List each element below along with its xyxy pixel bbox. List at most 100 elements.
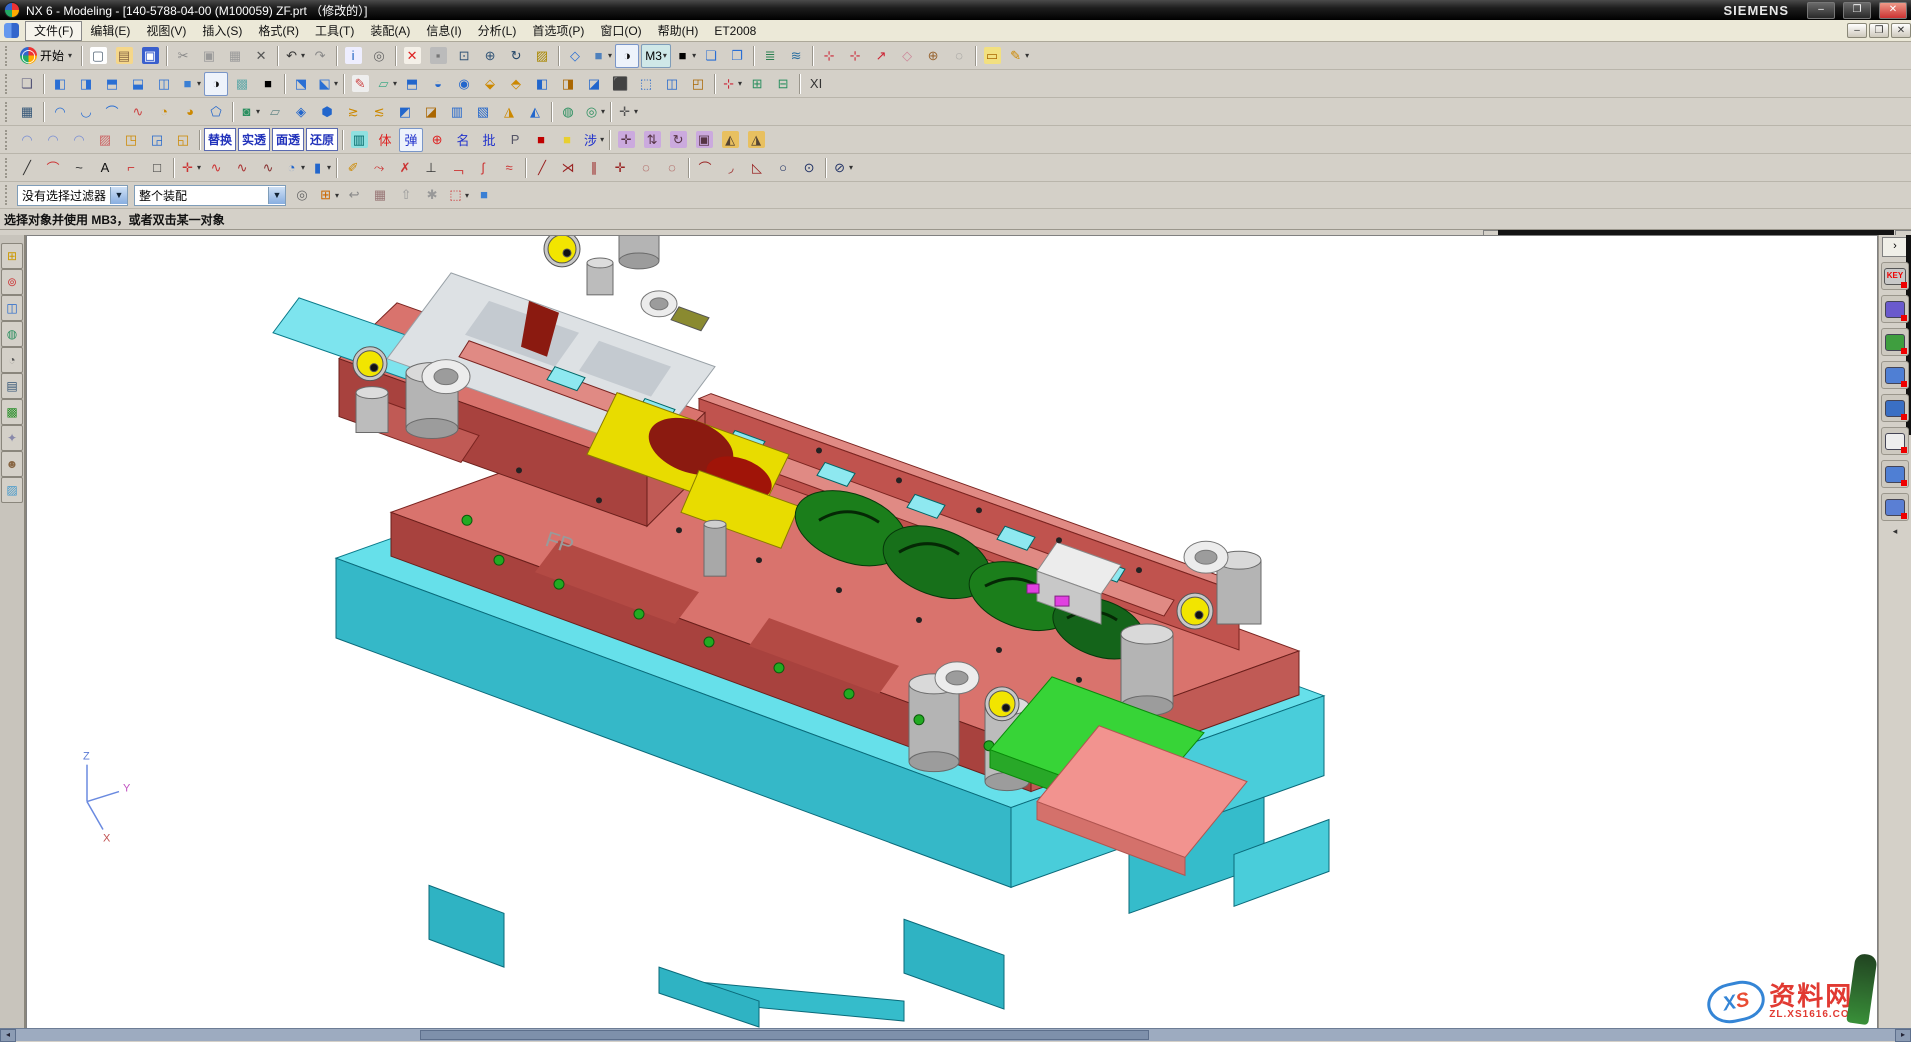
unform-button[interactable]: ◱	[171, 128, 195, 152]
pan-view-button[interactable]: ▨	[530, 44, 554, 68]
bridge-curve-button[interactable]: ʃ	[471, 156, 495, 180]
n-sided-surface-button[interactable]: ⬠	[204, 100, 228, 124]
zoom-area-button[interactable]: ⊡	[452, 44, 476, 68]
trim-body-button[interactable]: ◪	[582, 72, 606, 96]
solid-translucent-button[interactable]: 实透	[238, 128, 270, 151]
marquee-select-button[interactable]: ⬚▾	[446, 183, 470, 207]
minimize-button[interactable]: –	[1807, 2, 1835, 19]
chevron-down-icon[interactable]: ▼	[268, 187, 285, 204]
face-translucent-button[interactable]: 面透	[272, 128, 304, 151]
yellow-solid-button[interactable]: ■	[555, 128, 579, 152]
circle-dashed2-button[interactable]: ◌	[660, 156, 684, 180]
restore-button[interactable]: ❐	[1843, 2, 1871, 19]
copy-button[interactable]: ▣	[197, 44, 221, 68]
shaded-cube-button[interactable]: ■▾	[178, 72, 202, 96]
studio-spline-button[interactable]: ∿	[204, 156, 228, 180]
visualization-tab[interactable]: ✦	[1, 425, 23, 451]
purple-block-lift-button[interactable]: ⇅	[640, 128, 664, 152]
offset-surface-button[interactable]: ◙▾	[237, 100, 261, 124]
new-layout-button[interactable]: ❏	[699, 44, 723, 68]
menu-12[interactable]: 帮助(H)	[650, 22, 707, 40]
styled-blend-button[interactable]: ◎▾	[582, 100, 606, 124]
horizontal-scrollbar[interactable]: ◂ ▸	[0, 1028, 1911, 1041]
snap-point-button[interactable]: ⊞▾	[316, 183, 340, 207]
gold-cylinder-button[interactable]: ◮	[744, 128, 768, 152]
trimetric-view-button[interactable]: ◧	[48, 72, 72, 96]
swept-button[interactable]: ∿	[126, 100, 150, 124]
menu-13[interactable]: ET2008	[706, 22, 764, 40]
purple-block-rotate-button[interactable]: ↻	[666, 128, 690, 152]
face-blend-button[interactable]: ◭	[523, 100, 547, 124]
open-file-button[interactable]: ▤	[112, 44, 136, 68]
law-extension-button[interactable]: ▥	[445, 100, 469, 124]
child-close-button[interactable]: ✕	[1891, 23, 1911, 38]
support-pillar[interactable]	[904, 919, 1004, 1009]
orient-wcs-button[interactable]: ⊕	[921, 44, 945, 68]
zoom-in-out-button[interactable]: ⊕	[478, 44, 502, 68]
graphics-viewport[interactable]: FP Z Y X XS 资料网 ZL.XS1616.COM	[26, 235, 1878, 1029]
assembly-navigator-button[interactable]: ≣	[758, 44, 782, 68]
sheet-to-solid-button[interactable]: ◈	[289, 100, 313, 124]
profile-button[interactable]: ⌐	[119, 156, 143, 180]
instance-button[interactable]: ⊞	[745, 72, 769, 96]
line-button[interactable]: ╱	[15, 156, 39, 180]
render-half-button[interactable]: ◑	[204, 72, 228, 96]
die-assembly-model[interactable]: FP Z Y X	[27, 236, 1877, 1028]
undo-selection-button[interactable]: ↩	[342, 183, 366, 207]
part-navigator-tab[interactable]: ◫	[1, 295, 23, 321]
menu-11[interactable]: 窗口(O)	[592, 22, 649, 40]
start-menu-button[interactable]: ◯开始▾	[15, 44, 77, 68]
scrollbar-left-arrow[interactable]: ◂	[0, 1029, 16, 1042]
arc-button[interactable]: ⌒	[41, 156, 65, 180]
flatten-button[interactable]: ▨	[93, 128, 117, 152]
selection-scope-combo[interactable]: 整个装配 ▼	[134, 185, 286, 206]
multi-bend-button[interactable]: ◠	[67, 128, 91, 152]
color-palette-tab[interactable]: ▩	[1, 399, 23, 425]
circle-diameter-button[interactable]: ⊘▾	[830, 156, 854, 180]
support-pillar[interactable]	[659, 967, 759, 1027]
open-in-window-button[interactable]: ⬔	[289, 72, 313, 96]
through-points-button[interactable]: ◠	[48, 100, 72, 124]
fit-spline-button[interactable]: ∿	[230, 156, 254, 180]
menu-6[interactable]: 工具(T)	[307, 22, 362, 40]
perpendicular-button[interactable]: ✛	[608, 156, 632, 180]
fillet-curve-button[interactable]: ◞	[719, 156, 743, 180]
shell-button[interactable]: ◰	[686, 72, 710, 96]
wireframe-button[interactable]: ■	[256, 72, 280, 96]
multiple-lines-button[interactable]: ⋊	[556, 156, 580, 180]
parallel-line-button[interactable]: ∥	[582, 156, 606, 180]
bushing-library-button[interactable]	[1881, 427, 1909, 455]
point-constructor-button[interactable]: ⊹	[817, 44, 841, 68]
sketch-button[interactable]: ✎	[348, 72, 372, 96]
window-button[interactable]: ❏	[15, 72, 39, 96]
flange-button[interactable]: ◳	[119, 128, 143, 152]
hole-button[interactable]: ◉	[452, 72, 476, 96]
extend-button[interactable]: ◪	[419, 100, 443, 124]
rib-button[interactable]: ◨	[556, 72, 580, 96]
spring-button[interactable]: 弹	[399, 128, 423, 152]
datum-csys-button[interactable]: ⊹▾	[719, 72, 743, 96]
circle-center-button[interactable]: ⊙	[797, 156, 821, 180]
annotation-button[interactable]: ✎▾	[1006, 44, 1030, 68]
find-component-button[interactable]: ◎	[290, 183, 314, 207]
plane-constructor-button[interactable]: ◇	[895, 44, 919, 68]
form-button[interactable]: ◲	[145, 128, 169, 152]
raise-selection-button[interactable]: ⇧	[394, 183, 418, 207]
studio-surface-button[interactable]: ◍	[556, 100, 580, 124]
bend-sheet-button[interactable]: ◠	[15, 128, 39, 152]
divide-curve-button[interactable]: ✗	[393, 156, 417, 180]
assembly-navigator-tab[interactable]: ⊞	[1, 243, 23, 269]
perspective-cube-button[interactable]: ◇	[563, 44, 587, 68]
p-option-button[interactable]: P	[503, 128, 527, 152]
scrollbar-thumb[interactable]	[420, 1030, 1148, 1040]
through-curves-button[interactable]: ⌒	[100, 100, 124, 124]
scale-combo[interactable]: M3 ▾	[641, 44, 671, 68]
curve-wrench-button[interactable]: ✐	[341, 156, 365, 180]
background-color-button[interactable]: ■▾	[673, 44, 697, 68]
retainer-library-button[interactable]	[1881, 394, 1909, 422]
interference-button[interactable]: 涉▾	[581, 128, 605, 152]
name-button[interactable]: 名	[451, 128, 475, 152]
selection-filter-combo[interactable]: 没有选择过滤器 ▼	[17, 185, 128, 206]
pad-button[interactable]: ◧	[530, 72, 554, 96]
menu-1[interactable]: 文件(F)	[25, 21, 82, 41]
